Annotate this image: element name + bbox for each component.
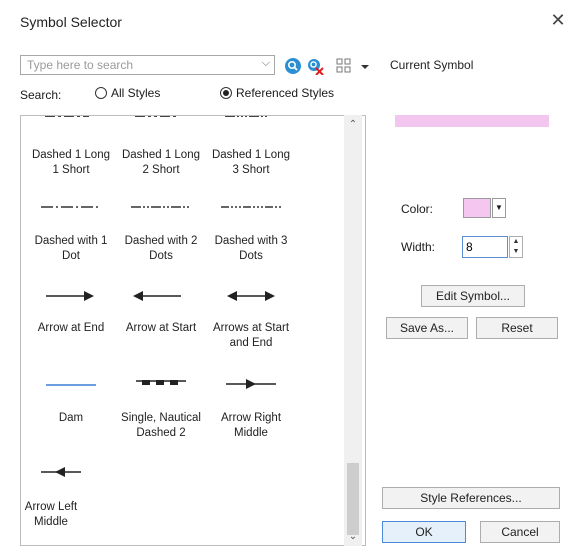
view-options-icon[interactable] xyxy=(336,57,352,75)
symbol-item[interactable]: Arrows at Start and End xyxy=(206,321,296,351)
symbol-label-line: and End xyxy=(229,337,273,349)
width-label: Width: xyxy=(401,240,436,254)
search-scope-label: Search: xyxy=(20,88,62,102)
symbol-item[interactable]: Dashed with 3 Dots xyxy=(206,234,296,264)
save-as-button[interactable]: Save As... xyxy=(386,317,468,339)
radio-label: Referenced Styles xyxy=(236,86,335,100)
symbol-label-line: Dot xyxy=(62,250,80,262)
radio-label: All Styles xyxy=(111,86,161,100)
scroll-down-icon[interactable]: ⌄ xyxy=(344,531,362,542)
symbol-label-line: Dashed with 2 xyxy=(124,235,198,247)
reset-button[interactable]: Reset xyxy=(476,317,558,339)
symbol-item[interactable]: Arrow at End xyxy=(26,321,116,336)
gallery-scrollbar[interactable]: ⌃ ⌄ xyxy=(344,115,362,546)
current-symbol-preview xyxy=(395,115,549,127)
symbol-label-line: Single, Nautical xyxy=(121,412,201,424)
cancel-button[interactable]: Cancel xyxy=(480,521,560,543)
dashed-2-dots-symbol xyxy=(131,206,191,208)
dashed-3-dots-symbol xyxy=(221,206,281,208)
symbol-item[interactable]: Arrow at Start xyxy=(116,321,206,336)
arrow-right-middle-symbol xyxy=(226,379,276,389)
symbol-item[interactable]: Dashed with 2 Dots xyxy=(116,234,206,264)
symbol-label-line: Middle xyxy=(234,427,268,439)
symbol-label-line: 2 Short xyxy=(142,164,180,176)
arrows-both-ends-symbol xyxy=(227,291,275,301)
symbol-label-line: Arrow Right xyxy=(220,412,282,424)
color-swatch[interactable] xyxy=(463,198,491,218)
partial-row-symbols xyxy=(45,116,269,117)
symbol-label-line: Dashed 1 Long xyxy=(211,149,290,161)
dashed-1-dot-symbol xyxy=(41,206,101,208)
scroll-thumb[interactable] xyxy=(347,463,359,535)
symbol-label-line: 3 Short xyxy=(232,164,270,176)
radio-all-styles[interactable]: All Styles xyxy=(95,86,160,100)
search-icon[interactable] xyxy=(284,57,302,75)
symbol-item[interactable]: Dashed 1 Long 3 Short xyxy=(206,148,296,178)
symbol-label-line: Dashed with 3 xyxy=(214,235,288,247)
close-icon[interactable]: ✕ xyxy=(548,10,568,30)
symbol-label-line: Arrow at End xyxy=(37,322,105,334)
current-symbol-label: Current Symbol xyxy=(390,58,474,72)
symbol-label-line: Arrows at Start xyxy=(212,322,290,334)
dam-symbol xyxy=(46,384,96,386)
symbol-item[interactable]: Dashed 1 Long 2 Short xyxy=(116,148,206,178)
nautical-dashed-symbol xyxy=(136,380,186,385)
style-references-button[interactable]: Style References... xyxy=(382,487,560,509)
search-input[interactable] xyxy=(21,56,258,74)
spin-up-icon[interactable]: ▲ xyxy=(510,237,522,247)
arrow-left-middle-symbol xyxy=(41,467,81,477)
arrow-at-start-symbol xyxy=(133,291,181,301)
spin-down-icon[interactable]: ▼ xyxy=(510,247,522,257)
symbol-label-line: Arrow at Start xyxy=(125,322,197,334)
symbol-item[interactable]: Dashed 1 Long 1 Short xyxy=(26,148,116,178)
dropdown-arrow-icon[interactable] xyxy=(360,57,370,75)
color-label: Color: xyxy=(401,202,434,216)
symbol-label-line: Middle xyxy=(34,516,68,528)
symbol-label-line: Dashed with 1 xyxy=(34,235,108,247)
radio-button[interactable] xyxy=(95,87,107,99)
symbol-selector-dialog: Symbol Selector ✕ ⌵ Current Symbol Searc… xyxy=(0,0,578,552)
symbol-label-line: Dashed 2 xyxy=(136,427,186,439)
symbol-gallery[interactable]: Dashed 1 Long 1 Short Dashed 1 Long 2 Sh… xyxy=(20,115,366,546)
radio-button-selected[interactable] xyxy=(220,87,232,99)
symbol-label-line: Dots xyxy=(149,250,173,262)
symbol-item[interactable]: Arrow Left Middle xyxy=(21,500,81,530)
symbol-item[interactable]: Single, Nautical Dashed 2 xyxy=(116,411,206,441)
symbol-item[interactable]: Arrow Right Middle xyxy=(206,411,296,441)
symbol-item[interactable]: Dam xyxy=(26,411,116,426)
symbol-item[interactable]: Dashed with 1 Dot xyxy=(26,234,116,264)
edit-symbol-button[interactable]: Edit Symbol... xyxy=(421,285,525,307)
symbol-label-line: Dam xyxy=(58,412,84,424)
symbol-label-line: Dots xyxy=(239,250,263,262)
clear-search-icon[interactable] xyxy=(306,57,324,75)
symbol-label-line: 1 Short xyxy=(52,164,90,176)
ok-button[interactable]: OK xyxy=(382,521,466,543)
scroll-up-icon[interactable]: ⌃ xyxy=(344,119,362,130)
chevron-down-icon[interactable]: ⌵ xyxy=(262,57,270,70)
symbol-label-line: Dashed 1 Long xyxy=(31,149,110,161)
symbol-label-line: Dashed 1 Long xyxy=(121,149,200,161)
width-spinner[interactable]: ▲ ▼ xyxy=(509,236,523,258)
radio-referenced-styles[interactable]: Referenced Styles xyxy=(220,86,334,100)
dialog-title: Symbol Selector xyxy=(20,14,122,30)
width-input[interactable] xyxy=(463,237,499,257)
arrow-at-end-symbol xyxy=(46,291,94,301)
color-dropdown-icon[interactable]: ▼ xyxy=(492,198,506,218)
search-box[interactable]: ⌵ xyxy=(20,55,275,75)
width-field[interactable] xyxy=(462,236,508,258)
symbol-label-line: Arrow Left xyxy=(24,501,78,513)
